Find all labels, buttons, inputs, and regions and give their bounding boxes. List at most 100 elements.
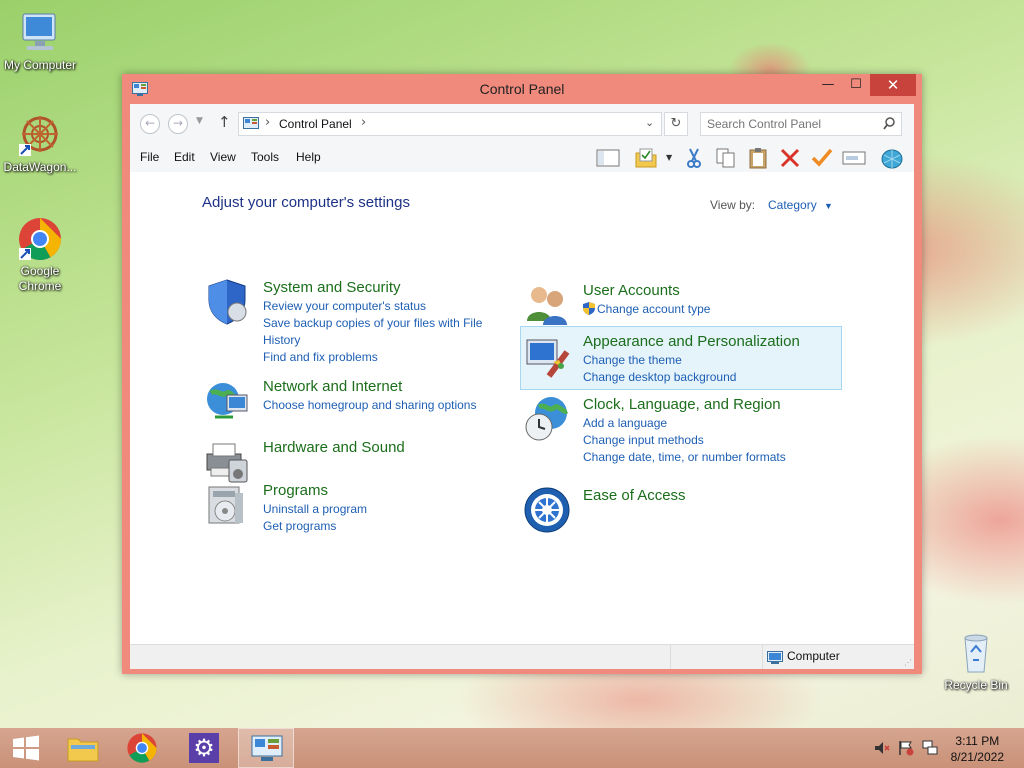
category-title[interactable]: Programs bbox=[263, 481, 367, 501]
gear-icon: ⚙ bbox=[189, 733, 219, 763]
category-title[interactable]: Ease of Access bbox=[583, 486, 686, 506]
appearance-icon bbox=[523, 332, 571, 380]
windows-logo-icon bbox=[13, 735, 39, 761]
control-panel-window: Control Panel — ☐ ✕ ← → ▼ ↑ › Control Pa… bbox=[122, 74, 922, 674]
category-title[interactable]: User Accounts bbox=[583, 281, 710, 301]
search-icon[interactable] bbox=[883, 116, 895, 135]
minimize-button[interactable]: — bbox=[814, 74, 842, 96]
desktop-icon-recycle-bin[interactable]: Recycle Bin bbox=[936, 630, 1016, 693]
category-link[interactable]: Change date, time, or number formats bbox=[583, 449, 786, 466]
category-link[interactable]: Review your computer's status bbox=[263, 298, 482, 315]
taskbar-settings[interactable]: ⚙ bbox=[176, 728, 232, 768]
printer-icon bbox=[203, 438, 251, 486]
folder-check-icon[interactable] bbox=[634, 147, 658, 169]
category-ease-of-access: Ease of Access bbox=[524, 486, 686, 533]
action-center-flag-icon[interactable] bbox=[898, 740, 914, 760]
programs-disc-icon bbox=[203, 481, 251, 529]
category-link[interactable]: Uninstall a program bbox=[263, 501, 367, 518]
clock-date: 8/21/2022 bbox=[950, 750, 1004, 764]
main-content: Adjust your computer's settings View by:… bbox=[130, 172, 914, 642]
chrome-icon bbox=[127, 733, 157, 763]
delete-icon[interactable] bbox=[778, 147, 802, 169]
category-link[interactable]: History bbox=[263, 332, 482, 349]
recycle-bin-icon bbox=[953, 630, 999, 676]
desktop-icon-label: Recycle Bin bbox=[944, 678, 1008, 692]
category-system-and-security: System and Security Review your computer… bbox=[208, 278, 482, 366]
category-title[interactable]: Hardware and Sound bbox=[263, 438, 405, 458]
volume-muted-icon[interactable] bbox=[874, 740, 890, 760]
taskbar: ⚙ 3:11 PM 8/21/2022 bbox=[0, 728, 1024, 768]
shell-icon[interactable] bbox=[880, 147, 904, 169]
category-hardware-and-sound: Hardware and Sound bbox=[206, 438, 405, 483]
computer-icon bbox=[17, 10, 63, 56]
category-link[interactable]: Change desktop background bbox=[583, 369, 800, 386]
start-button[interactable] bbox=[0, 728, 56, 768]
folder-dropdown-chevron-icon[interactable]: ▼ bbox=[666, 153, 672, 162]
chrome-icon bbox=[17, 216, 63, 262]
network-icon[interactable] bbox=[922, 740, 938, 760]
menu-file[interactable]: File bbox=[140, 150, 159, 164]
breadcrumb-control-panel[interactable]: Control Panel bbox=[279, 117, 352, 131]
menu-bar: File Edit View Tools Help ▼ bbox=[130, 142, 914, 172]
window-title: Control Panel bbox=[479, 81, 565, 97]
menu-view[interactable]: View bbox=[210, 150, 236, 164]
recent-locations-chevron-icon[interactable]: ▼ bbox=[196, 116, 203, 126]
layout-pane-icon[interactable] bbox=[596, 147, 620, 169]
system-clock[interactable]: 3:11 PM 8/21/2022 bbox=[951, 733, 1004, 765]
view-by-dropdown[interactable]: Category ▼ bbox=[768, 198, 833, 212]
category-link[interactable]: Get programs bbox=[263, 518, 367, 535]
taskbar-chrome[interactable] bbox=[114, 728, 170, 768]
paste-icon[interactable] bbox=[746, 147, 770, 169]
rename-icon[interactable] bbox=[842, 147, 866, 169]
clock-time: 3:11 PM bbox=[955, 734, 1000, 748]
category-link[interactable]: Change account type bbox=[583, 301, 710, 318]
menu-help[interactable]: Help bbox=[296, 150, 321, 164]
category-link[interactable]: Add a language bbox=[583, 415, 786, 432]
desktop-icon-google-chrome[interactable]: Google Chrome bbox=[0, 216, 80, 294]
address-dropdown-chevron-icon[interactable]: ⌄ bbox=[645, 116, 654, 129]
taskbar-control-panel[interactable] bbox=[238, 728, 294, 768]
status-separator bbox=[670, 645, 671, 669]
cut-icon[interactable] bbox=[682, 147, 706, 169]
breadcrumb-separator[interactable]: › bbox=[265, 115, 270, 130]
chevron-down-icon: ▼ bbox=[824, 201, 833, 211]
category-title[interactable]: Appearance and Personalization bbox=[583, 332, 800, 352]
category-clock-language-and-region: Clock, Language, and Region Add a langua… bbox=[525, 395, 786, 466]
category-title[interactable]: System and Security bbox=[263, 278, 482, 298]
control-panel-icon bbox=[243, 116, 259, 135]
menu-tools[interactable]: Tools bbox=[251, 150, 279, 164]
window-client-area: ← → ▼ ↑ › Control Panel › ⌄ ↻ Search Con… bbox=[130, 104, 914, 669]
clock-globe-icon bbox=[523, 395, 571, 443]
resize-grip-icon[interactable]: ⋰ bbox=[904, 658, 912, 667]
refresh-button[interactable]: ↻ bbox=[664, 112, 688, 136]
menu-edit[interactable]: Edit bbox=[174, 150, 195, 164]
category-title[interactable]: Network and Internet bbox=[263, 377, 476, 397]
category-link[interactable]: Change input methods bbox=[583, 432, 786, 449]
category-link[interactable]: Save backup copies of your files with Fi… bbox=[263, 315, 482, 332]
category-title[interactable]: Clock, Language, and Region bbox=[583, 395, 786, 415]
category-programs: Programs Uninstall a program Get program… bbox=[208, 481, 367, 535]
network-globe-icon bbox=[203, 377, 251, 425]
back-button[interactable]: ← bbox=[140, 114, 160, 134]
up-arrow-icon[interactable]: ↑ bbox=[218, 113, 231, 131]
category-link[interactable]: Choose homegroup and sharing options bbox=[263, 397, 476, 414]
maximize-button[interactable]: ☐ bbox=[842, 74, 870, 96]
forward-button[interactable]: → bbox=[168, 114, 188, 134]
category-network-and-internet: Network and Internet Choose homegroup an… bbox=[207, 377, 476, 419]
copy-icon[interactable] bbox=[714, 147, 738, 169]
folder-icon bbox=[67, 738, 99, 762]
category-link[interactable]: Change the theme bbox=[583, 352, 800, 369]
desktop-icon-my-computer[interactable]: My Computer bbox=[0, 10, 80, 73]
search-input[interactable] bbox=[701, 114, 877, 134]
properties-check-icon[interactable] bbox=[810, 147, 834, 169]
close-button[interactable]: ✕ bbox=[870, 74, 916, 96]
desktop-icon-datawagon[interactable]: DataWagon... bbox=[0, 112, 80, 175]
taskbar-file-explorer[interactable] bbox=[56, 728, 112, 768]
breadcrumb-separator[interactable]: › bbox=[361, 115, 366, 130]
window-titlebar[interactable]: Control Panel — ☐ ✕ bbox=[122, 74, 922, 104]
address-bar[interactable]: › Control Panel › ⌄ bbox=[238, 112, 662, 136]
view-by-label: View by: bbox=[710, 198, 756, 212]
search-box[interactable] bbox=[700, 112, 902, 136]
category-link[interactable]: Find and fix problems bbox=[263, 349, 482, 366]
desktop-icon-label: My Computer bbox=[3, 58, 77, 72]
